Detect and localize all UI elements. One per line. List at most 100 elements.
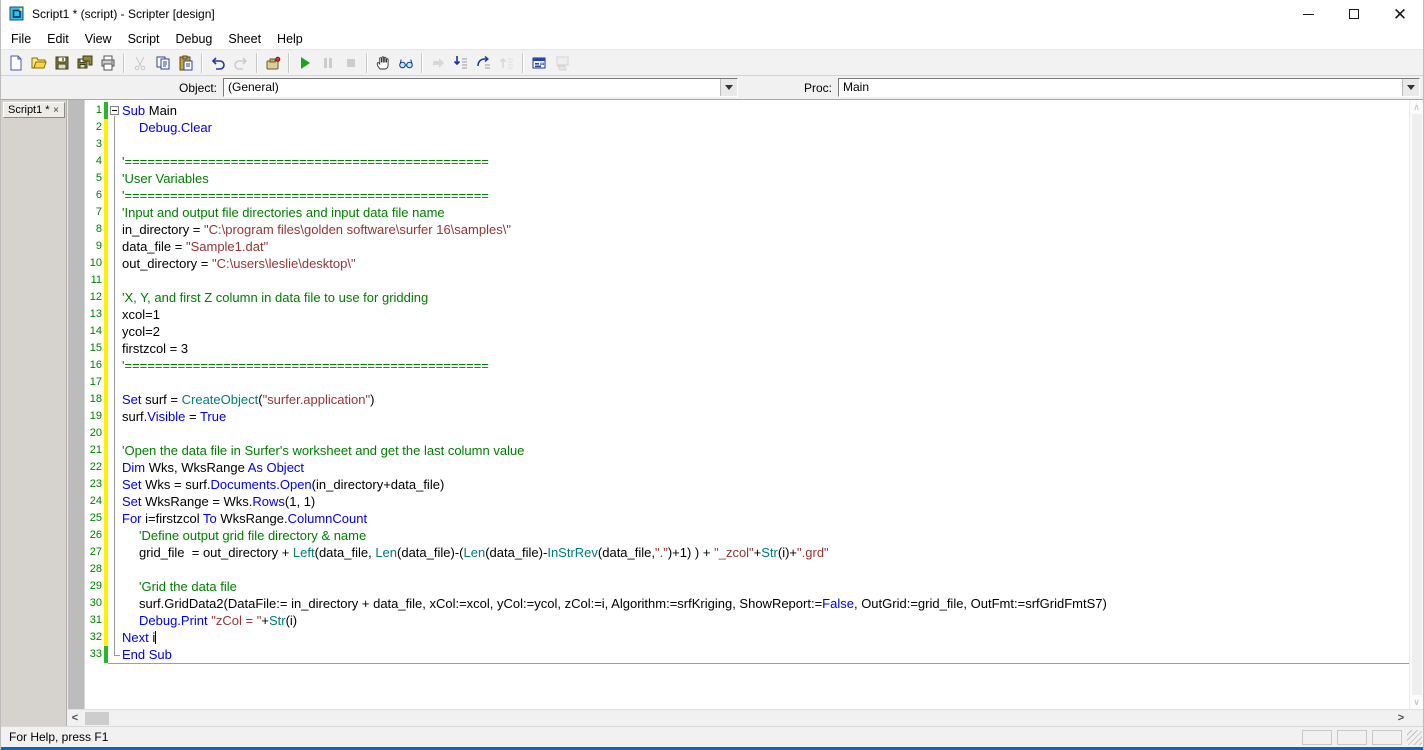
code-line[interactable]: 9data_file = "Sample1.dat" (85, 238, 1409, 255)
toolbar-undo-button[interactable] (206, 52, 229, 74)
toolbar-new-button[interactable] (4, 52, 27, 74)
code-line[interactable]: 29'Grid the data file (85, 578, 1409, 595)
code-line[interactable]: 15firstzcol = 3 (85, 340, 1409, 357)
run-icon (297, 55, 313, 71)
code-line[interactable]: 25For i=firstzcol To WksRange.ColumnCoun… (85, 510, 1409, 527)
toolbar-quick-watch-button[interactable] (394, 52, 417, 74)
line-number: 32 (85, 629, 104, 646)
code-line[interactable]: 19surf.Visible = True (85, 408, 1409, 425)
code-line[interactable]: 2Debug.Clear (85, 119, 1409, 136)
code-editor[interactable]: 1Sub Main2Debug.Clear34'================… (85, 100, 1409, 709)
tab-script1[interactable]: Script1 * × (3, 102, 65, 118)
code-line[interactable]: 23Set Wks = surf.Documents.Open(in_direc… (85, 476, 1409, 493)
code-line[interactable]: 31Debug.Print "zCol = "+Str(i) (85, 612, 1409, 629)
menu-edit[interactable]: Edit (39, 30, 77, 48)
line-number: 25 (85, 510, 104, 527)
horizontal-scrollbar[interactable]: < > (67, 709, 1423, 726)
code-line[interactable]: 6'======================================… (85, 187, 1409, 204)
pause-icon (320, 55, 336, 71)
toolbar-separator (201, 53, 202, 73)
code-line[interactable]: 12'X, Y, and first Z column in data file… (85, 289, 1409, 306)
fold-margin (108, 187, 122, 204)
breakpoint-margin[interactable] (67, 100, 85, 709)
scroll-down-icon[interactable]: ∨ (1413, 697, 1420, 707)
code-line[interactable]: 7'Input and output file directories and … (85, 204, 1409, 221)
horizontal-scrollbar-thumb[interactable] (85, 712, 109, 725)
fold-margin (108, 527, 122, 544)
code-text: surf.GridData2(DataFile:= in_directory +… (122, 595, 1107, 612)
scroll-left-icon[interactable]: < (67, 712, 83, 724)
proc-combobox-dropdown-button[interactable] (1402, 79, 1419, 96)
code-text: surf.Visible = True (122, 408, 226, 425)
code-line[interactable]: 30surf.GridData2(DataFile:= in_directory… (85, 595, 1409, 612)
toolbar-print-button[interactable] (96, 52, 119, 74)
code-line[interactable]: 4'======================================… (85, 153, 1409, 170)
toolbar-save-button[interactable] (50, 52, 73, 74)
line-number: 26 (85, 527, 104, 544)
toolbar-user-dialog-editor-button[interactable] (527, 52, 550, 74)
fold-margin (108, 221, 122, 238)
code-line[interactable]: 13xcol=1 (85, 306, 1409, 323)
maximize-button[interactable] (1331, 0, 1377, 28)
fold-margin (108, 442, 122, 459)
document-tab-panel: Script1 * × (1, 100, 67, 726)
vertical-scrollbar[interactable]: ∧ ∨ (1409, 100, 1423, 709)
line-number: 15 (85, 340, 104, 357)
code-line[interactable]: 26'Define output grid file directory & n… (85, 527, 1409, 544)
code-line[interactable]: 24Set WksRange = Wks.Rows(1, 1) (85, 493, 1409, 510)
code-line[interactable]: 27grid_file = out_directory + Left(data_… (85, 544, 1409, 561)
text-cursor (155, 631, 156, 644)
stop-icon (343, 55, 359, 71)
toolbar-save-all-button[interactable] (73, 52, 96, 74)
minimize-button[interactable] (1285, 0, 1331, 28)
fold-margin (108, 119, 122, 136)
menu-debug[interactable]: Debug (168, 30, 221, 48)
scroll-up-icon[interactable]: ∧ (1413, 102, 1420, 112)
toolbar-copy-button[interactable] (151, 52, 174, 74)
scroll-right-icon[interactable]: > (1393, 712, 1409, 724)
code-line[interactable]: 8in_directory = "C:\program files\golden… (85, 221, 1409, 238)
toolbar-break-hand-button[interactable] (371, 52, 394, 74)
code-line[interactable]: 17 (85, 374, 1409, 391)
menu-sheet[interactable]: Sheet (220, 30, 269, 48)
toolbar-step-into-button[interactable] (449, 52, 472, 74)
fold-margin (108, 561, 122, 578)
menu-script[interactable]: Script (120, 30, 168, 48)
code-line[interactable]: 1Sub Main (85, 102, 1409, 119)
code-text: '=======================================… (122, 187, 489, 204)
code-line[interactable]: 32Next i (85, 629, 1409, 646)
code-line[interactable]: 20 (85, 425, 1409, 442)
toolbar-open-button[interactable] (27, 52, 50, 74)
resize-grip[interactable] (1407, 730, 1422, 745)
object-combobox[interactable]: (General) (223, 78, 738, 97)
code-line[interactable]: 14ycol=2 (85, 323, 1409, 340)
vertical-scrollbar-thumb[interactable] (1412, 114, 1422, 695)
line-number: 28 (85, 561, 104, 578)
object-combobox-dropdown-button[interactable] (720, 79, 737, 96)
fold-collapse-icon[interactable] (110, 106, 119, 115)
code-line[interactable]: 22Dim Wks, WksRange As Object (85, 459, 1409, 476)
code-line[interactable]: 3 (85, 136, 1409, 153)
tab-close-icon[interactable]: × (50, 104, 62, 116)
code-line[interactable]: 18Set surf = CreateObject("surfer.applic… (85, 391, 1409, 408)
code-line[interactable]: 33End Sub (85, 646, 1409, 663)
fold-margin (108, 612, 122, 629)
code-line[interactable]: 21'Open the data file in Surfer's worksh… (85, 442, 1409, 459)
code-line[interactable]: 16'=====================================… (85, 357, 1409, 374)
menu-help[interactable]: Help (269, 30, 311, 48)
close-button[interactable]: ✕ (1377, 0, 1423, 28)
code-line[interactable]: 28 (85, 561, 1409, 578)
proc-combobox[interactable]: Main (838, 78, 1420, 97)
status-message: For Help, press F1 (9, 730, 108, 744)
code-line[interactable]: 10out_directory = "C:\users\leslie\deskt… (85, 255, 1409, 272)
toolbar-run-button[interactable] (293, 52, 316, 74)
code-line[interactable]: 11 (85, 272, 1409, 289)
menu-file[interactable]: File (3, 30, 39, 48)
toolbar-step-over-button[interactable] (472, 52, 495, 74)
code-text: grid_file = out_directory + Left(data_fi… (122, 544, 829, 561)
toolbar-redo-button (229, 52, 252, 74)
toolbar-macro-wizard-button[interactable] (261, 52, 284, 74)
code-line[interactable]: 5'User Variables (85, 170, 1409, 187)
menu-view[interactable]: View (77, 30, 120, 48)
toolbar-paste-button[interactable] (174, 52, 197, 74)
